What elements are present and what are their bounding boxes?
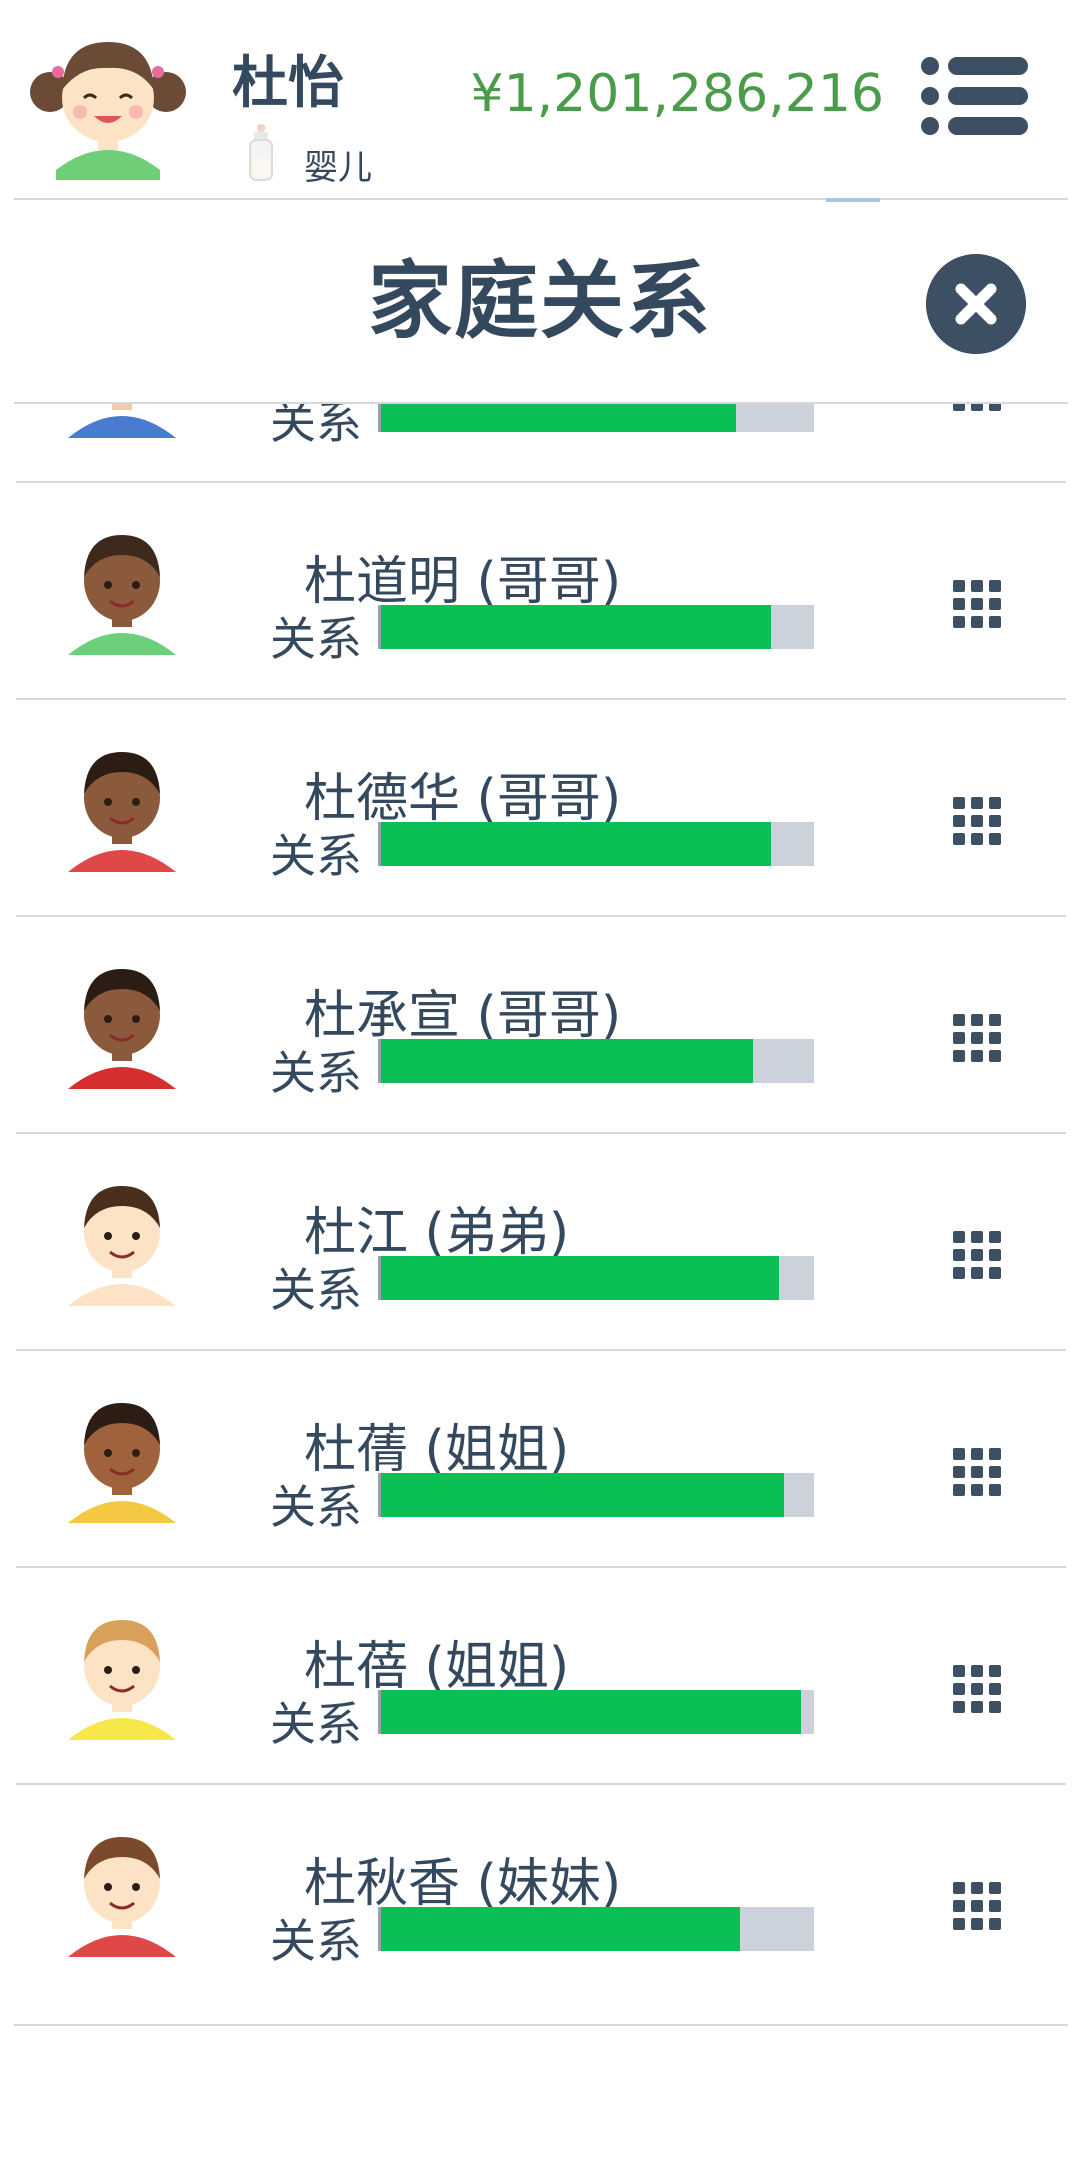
money-balance: ¥1,201,286,216	[470, 64, 884, 124]
player-avatar	[30, 42, 186, 180]
relationship-label: 关系	[270, 404, 362, 449]
modal-title: 家庭关系	[367, 252, 712, 350]
family-list[interactable]: 杜燚 (哥哥) 关系	[0, 404, 1080, 1994]
girl-yellow-headband-avatar	[68, 1403, 176, 1523]
boy-headphones-avatar	[68, 969, 176, 1089]
relationship-bar-fill	[381, 1907, 740, 1951]
relationship-label: 关系	[270, 829, 362, 883]
grid-icon[interactable]	[952, 1881, 1002, 1931]
player-name: 杜怡	[232, 51, 344, 116]
relationship-label: 关系	[270, 1697, 362, 1751]
relationship-bar	[378, 1256, 814, 1300]
grid-icon[interactable]	[952, 579, 1002, 629]
status-header: 杜怡 婴儿 ¥1,201,286,216	[0, 0, 1080, 198]
grid-icon[interactable]	[952, 796, 1002, 846]
relationship-label: 关系	[270, 1480, 362, 1534]
relationship-bar-fill	[381, 1690, 801, 1734]
boy-curly-hair-red-shirt-avatar	[68, 752, 176, 872]
life-stage-label: 婴儿	[304, 148, 372, 188]
relationship-bar	[378, 605, 814, 649]
relationship-bar-fill	[381, 404, 736, 432]
grid-icon[interactable]	[952, 1664, 1002, 1714]
family-member-row[interactable]: 杜蒨 (姐姐) 关系	[0, 1351, 1080, 1568]
family-list-content: 杜燚 (哥哥) 关系	[0, 404, 1080, 1994]
grid-icon[interactable]	[952, 1013, 1002, 1063]
list-menu-icon[interactable]	[920, 54, 1030, 138]
family-member-row[interactable]: 杜承宣 (哥哥) 关系	[0, 917, 1080, 1134]
relationship-bar	[378, 1039, 814, 1083]
family-member-row[interactable]: 杜蓓 (姐姐) 关系	[0, 1568, 1080, 1785]
family-member-row[interactable]: 杜秋香 (妹妹) 关系	[0, 1785, 1080, 1994]
boy-laughing-overalls-avatar	[68, 404, 176, 438]
relationship-label: 关系	[270, 1046, 362, 1100]
family-member-row[interactable]: 杜燚 (哥哥) 关系	[0, 404, 1080, 483]
grid-icon[interactable]	[952, 404, 1002, 412]
relationship-bar-fill	[381, 1473, 784, 1517]
toddler-boy-avatar	[68, 1186, 176, 1306]
family-member-row[interactable]: 杜江 (弟弟) 关系	[0, 1134, 1080, 1351]
relationship-bar	[378, 822, 814, 866]
boy-dark-skin-green-shirt-avatar	[68, 535, 176, 655]
family-member-row[interactable]: 杜道明 (哥哥) 关系	[0, 483, 1080, 700]
relationship-bar	[378, 404, 814, 432]
relationship-label: 关系	[270, 1263, 362, 1317]
relationship-label: 关系	[270, 612, 362, 666]
close-icon[interactable]	[926, 254, 1026, 354]
relationship-bar	[378, 1907, 814, 1951]
relationship-bar	[378, 1473, 814, 1517]
relationship-label: 关系	[270, 1914, 362, 1968]
girl-blonde-polka-dot-avatar	[68, 1620, 176, 1740]
relationship-bar	[378, 1690, 814, 1734]
grid-icon[interactable]	[952, 1230, 1002, 1280]
relationship-bar-fill	[381, 605, 771, 649]
baby-bottle-icon	[249, 124, 273, 181]
grid-icon[interactable]	[952, 1447, 1002, 1497]
family-member-row[interactable]: 杜德华 (哥哥) 关系	[0, 700, 1080, 917]
girl-red-hat-avatar	[68, 1837, 176, 1957]
list-bottom-divider	[14, 2024, 1068, 2026]
relationship-bar-fill	[381, 1039, 753, 1083]
relationship-bar-fill	[381, 822, 771, 866]
relationship-bar-fill	[381, 1256, 779, 1300]
